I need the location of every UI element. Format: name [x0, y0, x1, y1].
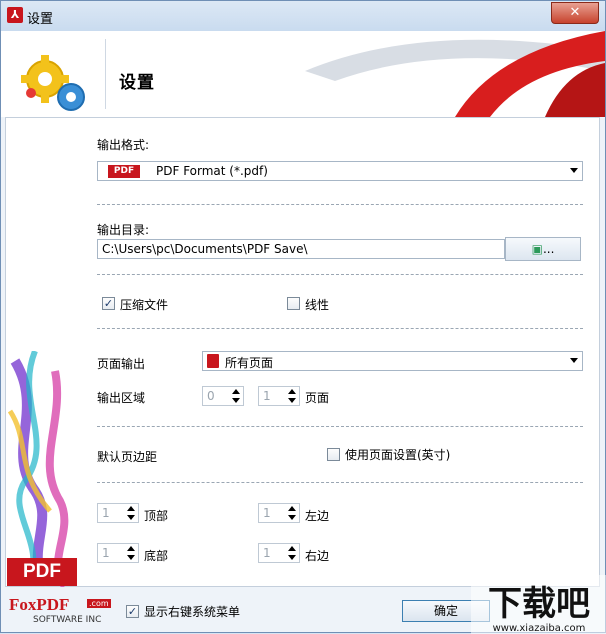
up-arrow-icon [288, 389, 296, 394]
up-arrow-icon [288, 506, 296, 511]
range-to-stepper[interactable]: 1 [258, 386, 300, 406]
folder-icon: ▣ [531, 242, 543, 256]
app-icon: ⅄ [7, 7, 23, 23]
down-arrow-icon [127, 555, 135, 560]
margin-bottom-stepper[interactable]: 1 [97, 543, 139, 563]
side-artwork [7, 351, 69, 587]
margin-top-stepper[interactable]: 1 [97, 503, 139, 523]
output-range-label: 输出区域 [97, 391, 146, 405]
down-arrow-icon [288, 555, 296, 560]
context-menu-label: 显示右键系统菜单 [144, 605, 241, 619]
watermark-logo: 下载吧 www.xiazaiba.com [471, 575, 606, 634]
foxpdf-logo: FoxPDF .com SOFTWARE INC [9, 595, 111, 625]
margin-right-label: 右边 [305, 549, 330, 563]
output-dir-label: 输出目录: [97, 223, 150, 237]
margin-left-label: 左边 [305, 509, 330, 523]
range-from-stepper[interactable]: 0 [202, 386, 244, 406]
down-arrow-icon [288, 515, 296, 520]
page-output-select[interactable]: 所有页面 [202, 351, 583, 371]
settings-window: ⅄ 设置 ✕ 设置 PDF 输出格式: PDF PDF Format (*.pd… [0, 0, 606, 634]
use-page-settings-label: 使用页面设置(英寸) [345, 448, 451, 462]
pdf-icon: PDF [108, 165, 140, 178]
chevron-down-icon [570, 168, 578, 173]
compress-checkbox[interactable]: ✓ [102, 297, 115, 310]
up-arrow-icon [127, 546, 135, 551]
pdf-badge: PDF [7, 558, 77, 586]
header-banner: 设置 [1, 31, 605, 117]
svg-text:www.xiazaiba.com: www.xiazaiba.com [493, 623, 586, 634]
page-output-label: 页面输出 [97, 357, 146, 371]
close-button[interactable]: ✕ [551, 2, 599, 24]
chevron-down-icon [570, 358, 578, 363]
up-arrow-icon [127, 506, 135, 511]
margin-top-label: 顶部 [144, 509, 169, 523]
up-arrow-icon [232, 389, 240, 394]
brand-swoosh [305, 31, 605, 117]
margin-bottom-label: 底部 [144, 549, 169, 563]
header-separator [105, 39, 106, 109]
title-bar: ⅄ 设置 ✕ [1, 1, 605, 32]
margins-label: 默认页边距 [97, 450, 158, 464]
output-format-label: 输出格式: [97, 138, 150, 152]
divider [97, 482, 583, 483]
context-menu-checkbox[interactable]: ✓ [126, 605, 139, 618]
linear-checkbox[interactable] [287, 297, 300, 310]
svg-text:下载吧: 下载吧 [488, 584, 590, 624]
page-title: 设置 [119, 73, 155, 93]
output-dir-field[interactable]: C:\Users\pc\Documents\PDF Save\ [97, 239, 505, 259]
window-title: 设置 [27, 12, 54, 27]
divider [97, 328, 583, 329]
output-format-value: PDF Format (*.pdf) [156, 164, 268, 178]
compress-label: 压缩文件 [120, 298, 169, 312]
output-format-select[interactable]: PDF PDF Format (*.pdf) [97, 161, 583, 181]
divider [97, 426, 583, 427]
browse-button[interactable]: ▣... [505, 237, 581, 261]
divider [97, 274, 583, 275]
gears-icon [21, 55, 85, 111]
page-output-value: 所有页面 [225, 356, 274, 370]
divider [97, 204, 583, 205]
down-arrow-icon [288, 398, 296, 403]
use-page-settings-checkbox[interactable] [327, 448, 340, 461]
down-arrow-icon [232, 398, 240, 403]
pdf-file-icon [207, 354, 219, 368]
range-unit-label: 页面 [305, 391, 330, 405]
margin-right-stepper[interactable]: 1 [258, 543, 300, 563]
down-arrow-icon [127, 515, 135, 520]
linear-label: 线性 [305, 298, 330, 312]
up-arrow-icon [288, 546, 296, 551]
margin-left-stepper[interactable]: 1 [258, 503, 300, 523]
